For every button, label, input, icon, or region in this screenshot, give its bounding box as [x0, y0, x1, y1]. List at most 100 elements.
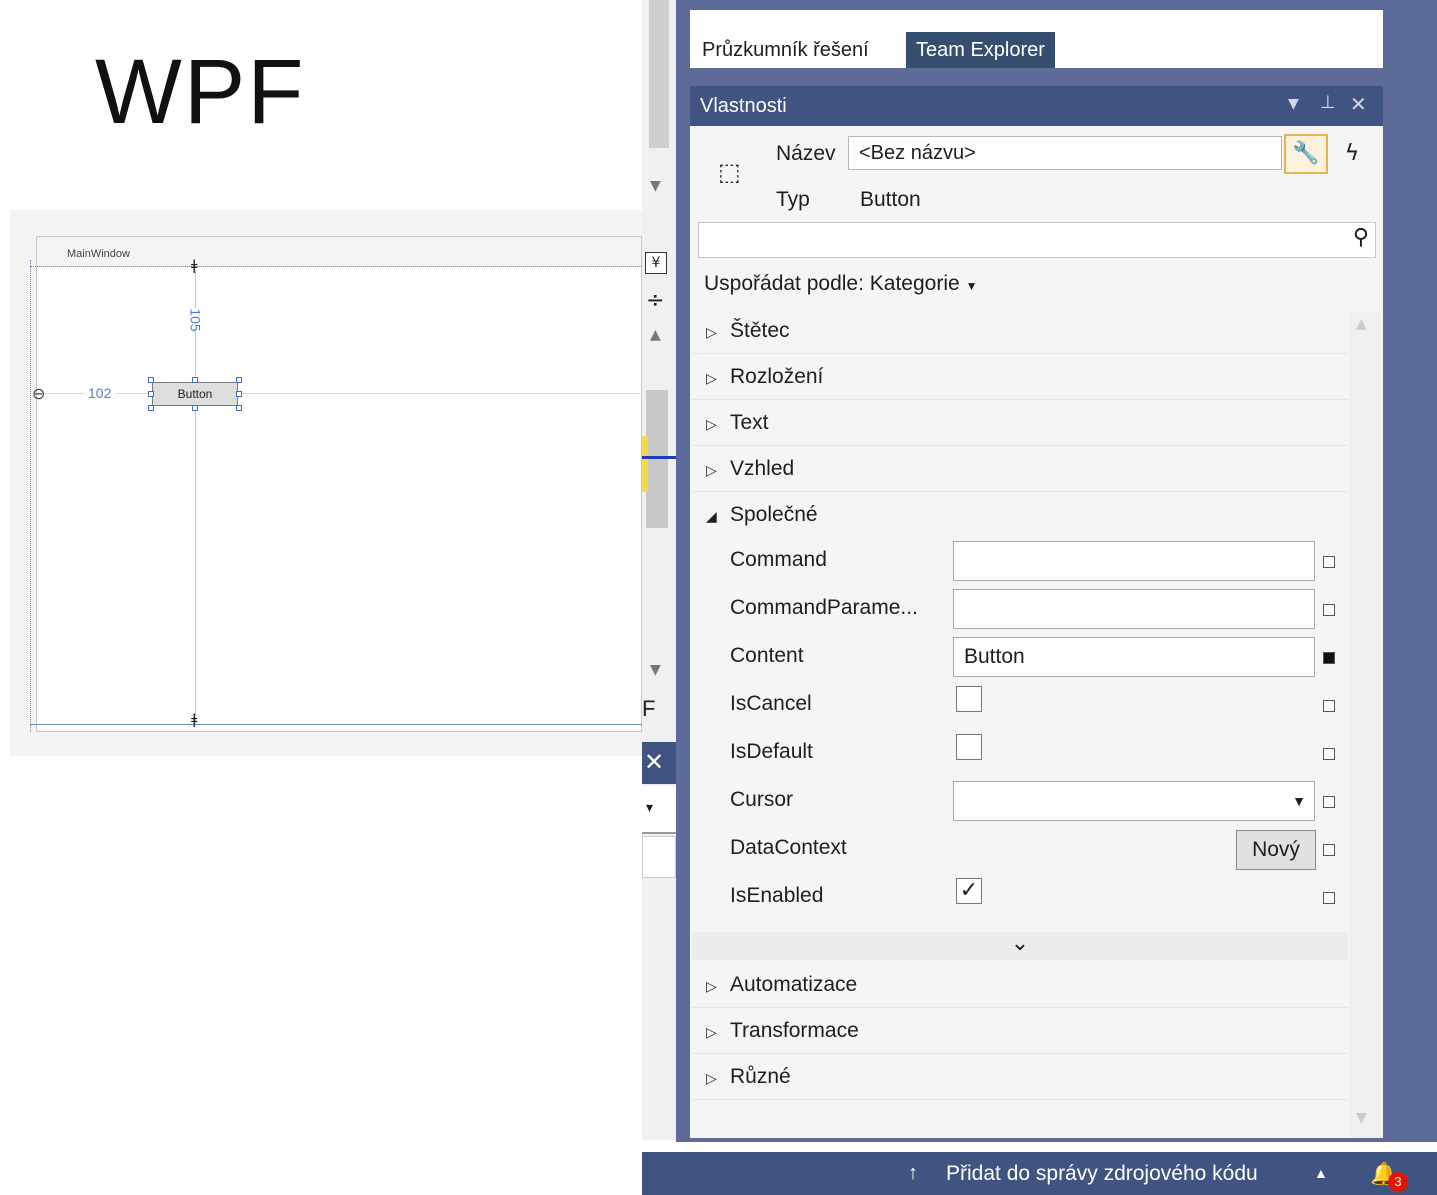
- pin-icon[interactable]: ⊥: [1320, 92, 1336, 113]
- expand-icon: ▷: [706, 416, 717, 432]
- chevron-down-icon[interactable]: ▼: [1288, 96, 1299, 112]
- close-icon[interactable]: ✕: [642, 742, 676, 784]
- resize-handle[interactable]: [236, 405, 242, 411]
- split-pane-icon[interactable]: ÷: [646, 288, 664, 313]
- collapse-icon: ◢: [706, 508, 717, 524]
- arrange-by-dropdown[interactable]: Uspořádat podle: Kategorie ▼: [704, 272, 978, 296]
- name-field[interactable]: <Bez názvu>: [848, 136, 1282, 170]
- category-layout[interactable]: ▷ Rozložení: [692, 354, 1348, 400]
- source-control-label[interactable]: Přidat do správy zdrojového kódu: [946, 1152, 1258, 1195]
- designer-button[interactable]: Button: [152, 382, 238, 406]
- resize-handle[interactable]: [192, 405, 198, 411]
- scrollbar-thumb[interactable]: [649, 0, 669, 148]
- resize-handle[interactable]: [148, 391, 154, 397]
- scroll-down-icon[interactable]: ▼: [650, 662, 661, 678]
- guide-line-left: [30, 260, 31, 732]
- chevron-down-icon: ▼: [1292, 793, 1306, 809]
- change-marker: [642, 436, 648, 492]
- property-marker[interactable]: [1323, 748, 1335, 760]
- grid-line-vertical: [195, 270, 196, 724]
- type-value: Button: [860, 188, 921, 211]
- wrench-icon[interactable]: 🔧: [1284, 134, 1328, 174]
- category-common[interactable]: ◢ Společné: [692, 492, 1348, 538]
- expand-icon: ▷: [706, 370, 717, 386]
- category-label: Štětec: [730, 319, 790, 342]
- status-bar: ↑ Přidat do správy zdrojového kódu ▲ 🔔 3: [642, 1152, 1437, 1195]
- category-misc[interactable]: ▷ Různé: [692, 1054, 1348, 1100]
- isdefault-label: IsDefault: [730, 740, 813, 763]
- expand-icon: ▷: [706, 978, 717, 994]
- scroll-down-icon[interactable]: ▼: [1356, 1110, 1367, 1126]
- property-marker[interactable]: [1323, 652, 1335, 664]
- resize-handle[interactable]: [192, 377, 198, 383]
- main-window-preview[interactable]: MainWindow: [36, 236, 642, 732]
- isdefault-checkbox[interactable]: [956, 734, 982, 760]
- category-transform[interactable]: ▷ Transformace: [692, 1008, 1348, 1054]
- caret-marker: [642, 456, 676, 459]
- properties-scrollbar[interactable]: [1349, 312, 1381, 1138]
- property-marker[interactable]: [1323, 604, 1335, 616]
- category-label: Automatizace: [730, 973, 858, 996]
- tab-team-explorer[interactable]: Team Explorer: [906, 32, 1055, 68]
- dropdown-icon[interactable]: ▾: [642, 786, 676, 834]
- scroll-up-icon[interactable]: ▲: [650, 327, 661, 343]
- category-label: Rozložení: [730, 365, 824, 388]
- datacontext-new-button[interactable]: Nový: [1236, 830, 1316, 870]
- content-field[interactable]: Button: [953, 637, 1315, 677]
- commandparam-field[interactable]: [953, 589, 1315, 629]
- arrange-by-label: Uspořádat podle: Kategorie: [704, 272, 960, 295]
- expand-pane-icon[interactable]: ¥: [645, 252, 667, 274]
- command-field[interactable]: [953, 541, 1315, 581]
- scroll-down-icon[interactable]: ▼: [650, 178, 661, 194]
- isenabled-checkbox[interactable]: ✓: [956, 878, 982, 904]
- cursor-select[interactable]: ▼: [953, 781, 1315, 821]
- chevron-up-icon[interactable]: ▲: [1314, 1152, 1328, 1195]
- resize-handle[interactable]: [236, 377, 242, 383]
- properties-header: Vlastnosti: [690, 86, 1383, 126]
- property-marker[interactable]: [1323, 844, 1335, 856]
- category-automation[interactable]: ▷ Automatizace: [692, 962, 1348, 1008]
- iscancel-checkbox[interactable]: [956, 686, 982, 712]
- isenabled-label: IsEnabled: [730, 884, 824, 907]
- resize-handle[interactable]: [148, 405, 154, 411]
- category-label: Text: [730, 411, 769, 434]
- events-bolt-icon[interactable]: ϟ: [1330, 134, 1374, 174]
- slide-title: WPF: [95, 41, 306, 143]
- property-marker[interactable]: [1323, 556, 1335, 568]
- arrow-up-icon: ↑: [908, 1162, 918, 1184]
- scroll-up-icon[interactable]: ▲: [1356, 316, 1367, 332]
- category-brush[interactable]: ▷ Štětec: [692, 308, 1348, 354]
- property-search-input[interactable]: ⚲: [698, 222, 1376, 258]
- notification-badge: 3: [1388, 1172, 1408, 1192]
- property-marker[interactable]: [1323, 700, 1335, 712]
- property-marker[interactable]: [1323, 796, 1335, 808]
- content-label: Content: [730, 644, 804, 667]
- category-label: Vzhled: [730, 457, 795, 480]
- category-label: Transformace: [730, 1019, 859, 1042]
- show-more-chevron-icon[interactable]: ⌄: [692, 932, 1348, 960]
- chevron-down-icon: ▼: [965, 279, 978, 293]
- close-icon[interactable]: ✕: [1350, 92, 1367, 116]
- top-anchor-icon[interactable]: ǂ: [191, 258, 197, 274]
- category-appearance[interactable]: ▷ Vzhled: [692, 446, 1348, 492]
- properties-panel: Vlastnosti ▼ ⊥ ✕ ⬚ Název <Bez názvu> 🔧 ϟ…: [690, 86, 1383, 1138]
- expand-icon: ▷: [706, 462, 717, 478]
- category-text[interactable]: ▷ Text: [692, 400, 1348, 446]
- category-label: Různé: [730, 1065, 791, 1088]
- resize-handle[interactable]: [148, 377, 154, 383]
- left-anchor-icon[interactable]: ⊖: [32, 384, 45, 403]
- guide-line-bottom: [30, 724, 642, 725]
- strip-field[interactable]: [642, 836, 676, 878]
- bottom-anchor-icon[interactable]: ǂ: [191, 712, 197, 728]
- commandparam-label: CommandParame...: [730, 596, 918, 619]
- scrollbar-thumb[interactable]: [646, 390, 668, 528]
- datacontext-label: DataContext: [730, 836, 847, 859]
- editor-scrollbar-strip: [642, 0, 676, 1140]
- grid-line-horizontal: [40, 393, 642, 394]
- cursor-label: Cursor: [730, 788, 794, 811]
- property-marker[interactable]: [1323, 892, 1335, 904]
- strip-letter: F: [642, 696, 656, 721]
- expand-icon: ▷: [706, 324, 717, 340]
- resize-handle[interactable]: [236, 391, 242, 397]
- tab-solution-explorer[interactable]: Průzkumník řešení: [690, 32, 881, 68]
